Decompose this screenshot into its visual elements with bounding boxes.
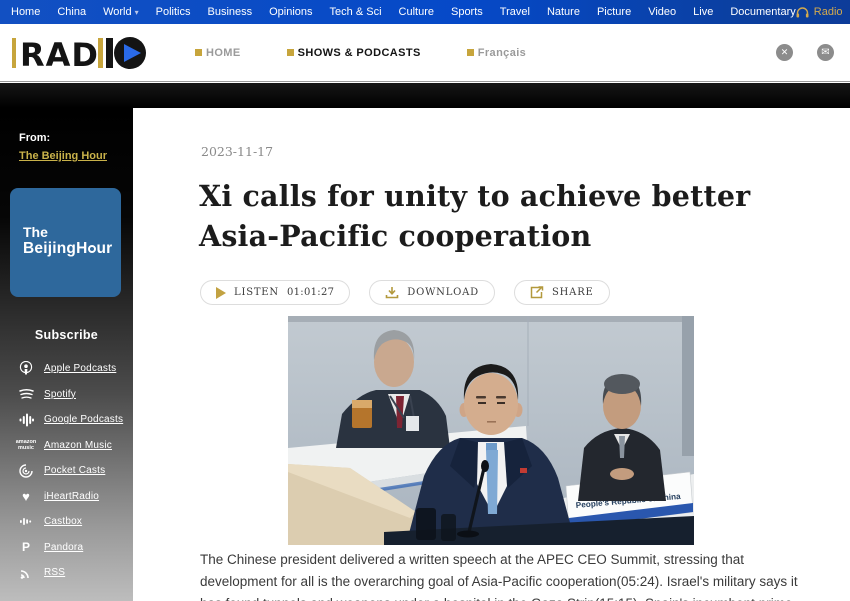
- menu-shows-podcasts[interactable]: SHOWS & PODCASTS: [287, 47, 421, 59]
- apple-podcasts-icon: [14, 361, 38, 376]
- subscribe-pandora[interactable]: Pandora: [0, 535, 133, 561]
- listen-label: LISTEN: [234, 287, 279, 298]
- subscribe-apple-podcasts[interactable]: Apple Podcasts: [0, 356, 133, 382]
- nav-video[interactable]: Video: [648, 6, 676, 18]
- menu-home-label: HOME: [206, 47, 241, 59]
- subscribe-castbox[interactable]: Castbox: [0, 509, 133, 535]
- nav-tech-sci[interactable]: Tech & Sci: [330, 6, 382, 18]
- subscribe-label: iHeartRadio: [44, 491, 99, 502]
- article-photo: People's Republic of China: [288, 316, 694, 545]
- subscribe-google-podcasts[interactable]: Google Podcasts: [0, 407, 133, 433]
- top-nav-right: Radio TV: [796, 0, 850, 24]
- download-icon: [385, 286, 399, 299]
- header-menu: HOME SHOWS & PODCASTS Français: [195, 47, 526, 59]
- nav-sports[interactable]: Sports: [451, 6, 483, 18]
- download-button[interactable]: DOWNLOAD: [369, 280, 495, 305]
- pocket-casts-icon: [14, 464, 38, 478]
- subscribe-amazon-music[interactable]: amazonmusic Amazon Music: [0, 433, 133, 459]
- show-link-beijing-hour[interactable]: The Beijing Hour: [19, 150, 107, 162]
- subscribe-label: Spotify: [44, 389, 76, 400]
- nav-politics[interactable]: Politics: [156, 6, 191, 18]
- subscribe-label: Pandora: [44, 542, 83, 553]
- subscribe-label: RSS: [44, 567, 65, 578]
- nav-documentary[interactable]: Documentary: [730, 6, 795, 18]
- nav-culture[interactable]: Culture: [399, 6, 434, 18]
- article-title: Xi calls for unity to achieve better Asi…: [199, 176, 799, 257]
- pandora-icon: [14, 540, 38, 554]
- article-date: 2023-11-17: [201, 144, 273, 159]
- clock-o-icon: [88, 245, 96, 253]
- article-content: 2023-11-17 Xi calls for unity to achieve…: [133, 108, 850, 601]
- download-label: DOWNLOAD: [407, 287, 479, 298]
- nav-travel[interactable]: Travel: [500, 6, 530, 18]
- subscribe-label: Amazon Music: [44, 440, 112, 451]
- subscribe-label: Apple Podcasts: [44, 363, 116, 374]
- gold-square-icon: [467, 49, 474, 56]
- radio-link[interactable]: Radio: [796, 6, 843, 18]
- spotify-icon: [14, 388, 38, 400]
- play-icon: [216, 287, 226, 299]
- share-icon: [530, 286, 544, 299]
- apec-summit-photo: People's Republic of China: [288, 316, 694, 545]
- page: Home China World Politics Business Opini…: [0, 0, 850, 601]
- share-label: SHARE: [552, 287, 594, 298]
- amazon-music-icon: amazonmusic: [14, 439, 38, 451]
- beijing-hour-logo[interactable]: The BeijingHur: [10, 188, 121, 297]
- castbox-icon: [14, 516, 38, 527]
- action-buttons: LISTEN 01:01:27 DOWNLOAD SHARE: [200, 280, 610, 305]
- subscribe-title: Subscribe: [0, 328, 133, 342]
- menu-francais-label: Français: [478, 47, 526, 59]
- nav-business[interactable]: Business: [207, 6, 252, 18]
- nav-china[interactable]: China: [57, 6, 86, 18]
- subscribe-label: Castbox: [44, 516, 82, 527]
- x-twitter-icon[interactable]: [776, 44, 793, 61]
- site-header: RAD HOME SHOWS & PODCASTS Français: [0, 24, 850, 82]
- menu-francais[interactable]: Français: [467, 47, 526, 59]
- headphones-icon: [796, 7, 809, 18]
- listen-duration: 01:01:27: [287, 287, 334, 298]
- subscribe-rss[interactable]: RSS: [0, 560, 133, 586]
- black-divider-band: [0, 83, 850, 108]
- top-nav: Home China World Politics Business Opini…: [0, 0, 850, 24]
- nav-opinions[interactable]: Opinions: [269, 6, 312, 18]
- share-button[interactable]: SHARE: [514, 280, 610, 305]
- subscribe-label: Pocket Casts: [44, 465, 105, 476]
- nav-picture[interactable]: Picture: [597, 6, 631, 18]
- iheartradio-icon: [14, 489, 38, 504]
- svg-text:RAD: RAD: [20, 36, 99, 73]
- listen-button[interactable]: LISTEN 01:01:27: [200, 280, 350, 305]
- menu-home[interactable]: HOME: [195, 47, 241, 59]
- sidebar: From: The Beijing Hour The BeijingHur Su…: [0, 108, 133, 601]
- email-icon[interactable]: [817, 44, 834, 61]
- nav-nature[interactable]: Nature: [547, 6, 580, 18]
- subscribe-spotify[interactable]: Spotify: [0, 382, 133, 408]
- logo-line2: BeijingHur: [23, 240, 112, 258]
- top-nav-links: Home China World Politics Business Opini…: [0, 6, 796, 18]
- subscribe-list: Apple Podcasts Spotify: [0, 356, 133, 586]
- nav-home[interactable]: Home: [11, 6, 40, 18]
- radio-label: Radio: [814, 6, 843, 18]
- google-podcasts-icon: [14, 413, 38, 427]
- gold-square-icon: [195, 49, 202, 56]
- header-social-icons: [776, 44, 834, 61]
- article-body: The Chinese president delivered a writte…: [200, 549, 798, 601]
- subscribe-iheartradio[interactable]: iHeartRadio: [0, 484, 133, 510]
- subscribe-label: Google Podcasts: [44, 414, 123, 425]
- menu-shows-label: SHOWS & PODCASTS: [298, 47, 421, 59]
- nav-live[interactable]: Live: [693, 6, 713, 18]
- gold-square-icon: [287, 49, 294, 56]
- from-label: From:: [19, 132, 50, 144]
- logo-line1: The: [23, 224, 48, 240]
- nav-world[interactable]: World: [103, 6, 139, 18]
- radio-logo[interactable]: RAD: [12, 33, 147, 73]
- rss-icon: [14, 566, 38, 579]
- subscribe-pocket-casts[interactable]: Pocket Casts: [0, 458, 133, 484]
